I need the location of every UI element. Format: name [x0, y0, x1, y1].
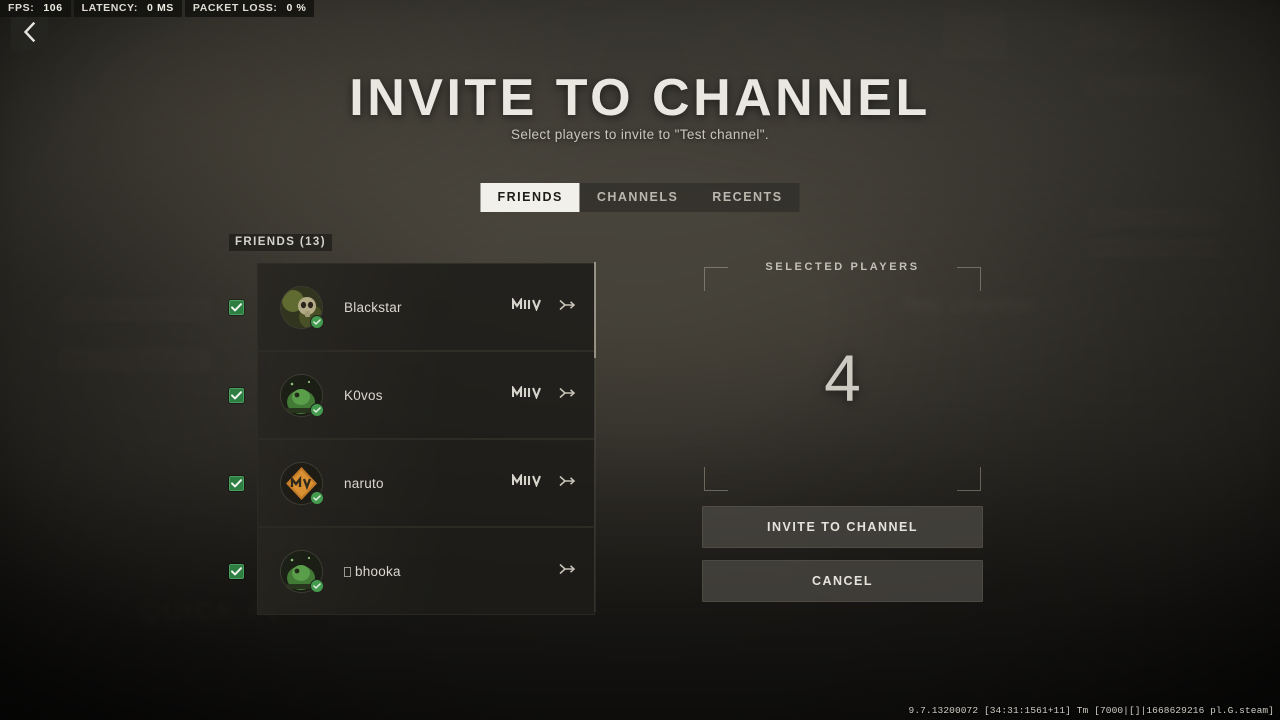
- hud-stat-fps: FPS: 106: [0, 0, 71, 17]
- hud-stat-latency: LATENCY: 0 MS: [73, 0, 182, 17]
- friends-list: Blackstar K0vos naruto bhooka: [229, 263, 595, 615]
- friend-name: K0vos: [344, 387, 383, 403]
- hud-stat-packet-loss: PACKET LOSS: 0 %: [184, 0, 315, 17]
- friends-section-label: FRIENDS (13): [229, 234, 332, 251]
- go-arrow-icon[interactable]: [559, 474, 576, 492]
- hud-stat-key: PACKET LOSS:: [192, 2, 278, 14]
- frame-corner-bottom-left: [704, 467, 728, 491]
- go-arrow-icon[interactable]: [559, 298, 576, 316]
- mwii-game-icon: [511, 384, 543, 404]
- invite-to-channel-button[interactable]: INVITE TO CHANNEL: [702, 506, 983, 548]
- mwii-game-icon: [511, 296, 543, 316]
- friend-name: Blackstar: [344, 299, 402, 315]
- friend-card[interactable]: Blackstar: [257, 263, 595, 351]
- avatar: [280, 285, 324, 329]
- check-icon: [231, 566, 242, 575]
- online-status-badge: [310, 314, 324, 329]
- selected-players-panel: SELECTED PLAYERS 4 INVITE TO CHANNEL CAN…: [702, 259, 983, 602]
- row-checkbox[interactable]: [229, 475, 244, 491]
- online-status-badge: [310, 490, 324, 505]
- frame-corner-top-left: [704, 267, 728, 291]
- tab-bar: FRIENDS CHANNELS RECENTS: [480, 183, 800, 212]
- missing-glyph-icon: [344, 566, 351, 577]
- list-item[interactable]: naruto: [229, 439, 595, 527]
- list-item[interactable]: Blackstar: [229, 263, 595, 351]
- list-item[interactable]: K0vos: [229, 351, 595, 439]
- friend-card[interactable]: naruto: [257, 439, 595, 527]
- selected-players-frame: 4: [702, 259, 983, 491]
- frame-corner-bottom-right: [957, 467, 981, 491]
- hud-stat-value: 106: [43, 2, 63, 14]
- friend-name: naruto: [344, 475, 384, 491]
- back-button[interactable]: [11, 12, 48, 51]
- row-checkbox[interactable]: [229, 299, 244, 315]
- avatar: [280, 373, 324, 417]
- friend-name: bhooka: [344, 564, 559, 579]
- page-subtitle: Select players to invite to "Test channe…: [510, 127, 769, 142]
- online-status-badge: [310, 402, 324, 417]
- row-checkbox[interactable]: [229, 387, 244, 403]
- frame-corner-top-right: [957, 267, 981, 291]
- build-version-string: 9.7.13200072 [34:31:1561+11] Tm [7000|[]…: [908, 705, 1274, 716]
- online-status-badge: [310, 578, 324, 593]
- hud-stat-value: 0 %: [286, 2, 307, 14]
- mwii-game-icon: [511, 472, 543, 492]
- hud-stat-key: LATENCY:: [81, 2, 138, 14]
- chevron-left-icon: [23, 21, 36, 42]
- friend-card[interactable]: bhooka: [257, 527, 595, 615]
- check-icon: [231, 390, 242, 399]
- tab-channels[interactable]: CHANNELS: [580, 183, 695, 212]
- go-arrow-icon[interactable]: [559, 562, 576, 580]
- go-arrow-icon[interactable]: [559, 386, 576, 404]
- hud-stat-value: 0 MS: [146, 2, 174, 14]
- check-icon: [231, 302, 242, 311]
- friend-name-text: bhooka: [355, 563, 401, 579]
- list-scrollbar-track[interactable]: [594, 262, 596, 612]
- friends-list-panel: FRIENDS (13) Blackstar K0vos naruto bhoo…: [229, 232, 595, 615]
- selected-players-count: 4: [824, 341, 861, 415]
- cancel-button[interactable]: CANCEL: [702, 560, 983, 602]
- page-title: INVITE TO CHANNEL: [349, 69, 931, 127]
- friend-card[interactable]: K0vos: [257, 351, 595, 439]
- avatar: [280, 549, 324, 593]
- tab-friends[interactable]: FRIENDS: [480, 183, 580, 212]
- tab-recents[interactable]: RECENTS: [695, 183, 799, 212]
- performance-hud: FPS: 106 LATENCY: 0 MS PACKET LOSS: 0 %: [0, 0, 317, 17]
- check-icon: [231, 478, 242, 487]
- list-scrollbar-thumb[interactable]: [594, 262, 596, 358]
- row-checkbox[interactable]: [229, 563, 244, 579]
- avatar: [280, 461, 324, 505]
- list-item[interactable]: bhooka: [229, 527, 595, 615]
- hud-stat-key: FPS:: [8, 2, 35, 14]
